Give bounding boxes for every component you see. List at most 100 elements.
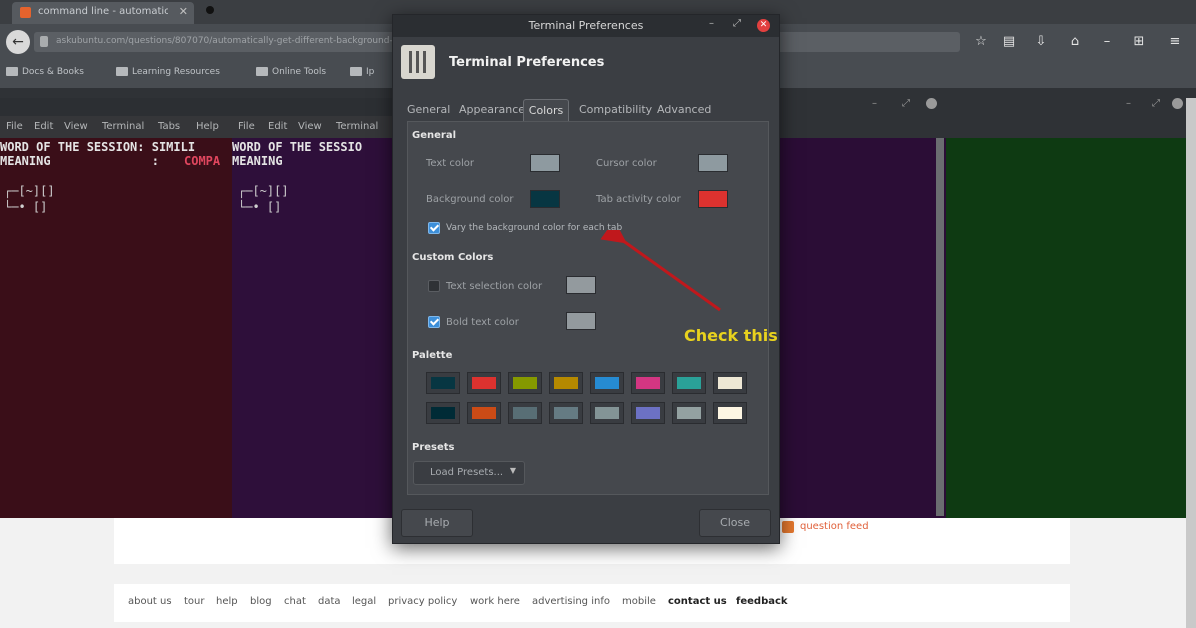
terminal-prompt-top: ┌─[~][] xyxy=(238,184,289,198)
text-color-swatch[interactable] xyxy=(530,154,560,172)
question-feed-link[interactable]: question feed xyxy=(800,521,869,532)
menu-tabs[interactable]: Tabs xyxy=(158,121,180,132)
load-presets-dropdown[interactable]: Load Presets... ▼ xyxy=(413,461,525,485)
folder-icon xyxy=(256,67,268,76)
home-icon[interactable]: ⌂ xyxy=(1066,34,1084,50)
maximize-icon[interactable]: ⤢ xyxy=(1152,98,1160,109)
tab-appearance[interactable]: Appearance xyxy=(459,103,525,116)
tab-activity-color-swatch[interactable] xyxy=(698,190,728,208)
palette-color-1-5[interactable] xyxy=(631,402,665,424)
section-palette: Palette xyxy=(412,350,453,361)
rss-icon xyxy=(782,521,794,533)
tab-colors[interactable]: Colors xyxy=(523,99,569,122)
menu-edit[interactable]: Edit xyxy=(268,121,287,132)
menu-terminal[interactable]: Terminal xyxy=(102,121,144,132)
palette-color-1-6[interactable] xyxy=(672,402,706,424)
footer-link[interactable]: blog xyxy=(250,596,272,607)
background-color-swatch[interactable] xyxy=(530,190,560,208)
close-icon[interactable]: ✕ xyxy=(757,19,770,32)
minimize-icon[interactable]: – xyxy=(709,18,714,29)
maximize-icon[interactable]: ⤢ xyxy=(902,98,910,109)
bookmark-learning[interactable]: Learning Resources xyxy=(116,67,220,81)
footer-link[interactable]: advertising info xyxy=(532,596,610,607)
palette-color-0-3[interactable] xyxy=(549,372,583,394)
text-selection-checkbox[interactable] xyxy=(428,280,440,292)
footer-link[interactable]: data xyxy=(318,596,341,607)
tab-compatibility[interactable]: Compatibility xyxy=(579,103,652,116)
lock-icon xyxy=(40,36,48,47)
footer-link[interactable]: work here xyxy=(470,596,520,607)
footer-link[interactable]: help xyxy=(216,596,238,607)
palette-color-0-0[interactable] xyxy=(426,372,460,394)
palette-color-1-2[interactable] xyxy=(508,402,542,424)
new-tab-button[interactable] xyxy=(206,6,214,14)
footer-link[interactable]: about us xyxy=(128,596,172,607)
terminal-window-purple-2[interactable] xyxy=(778,98,946,518)
close-button[interactable]: Close xyxy=(699,509,771,537)
palette-color-0-2[interactable] xyxy=(508,372,542,394)
footer-link[interactable]: chat xyxy=(284,596,306,607)
dialog-heading: Terminal Preferences xyxy=(449,55,605,70)
minus-icon[interactable]: – xyxy=(1098,34,1116,50)
palette-color-0-6[interactable] xyxy=(672,372,706,394)
terminal-prompt-bottom: └─• [] xyxy=(4,200,48,214)
maximize-icon[interactable]: ⤢ xyxy=(733,18,741,29)
bold-text-checkbox[interactable] xyxy=(428,316,440,328)
terminal-scrollbar[interactable] xyxy=(936,138,944,516)
terminal-titlebar xyxy=(232,98,392,116)
palette-color-0-4[interactable] xyxy=(590,372,624,394)
bookmark-ip[interactable]: Ip xyxy=(350,67,374,81)
bold-text-swatch[interactable] xyxy=(566,312,596,330)
terminal-prompt-top: ┌─[~][] xyxy=(4,184,55,198)
footer-link[interactable]: mobile xyxy=(622,596,656,607)
minimize-icon[interactable]: – xyxy=(872,98,877,109)
palette-color-1-3[interactable] xyxy=(549,402,583,424)
back-button[interactable]: ← xyxy=(6,30,30,54)
footer-link[interactable]: legal xyxy=(352,596,376,607)
menu-view[interactable]: View xyxy=(298,121,322,132)
footer-link-feedback[interactable]: feedback xyxy=(736,596,788,607)
menu-view[interactable]: View xyxy=(64,121,88,132)
menu-file[interactable]: File xyxy=(6,121,23,132)
help-button[interactable]: Help xyxy=(401,509,473,537)
footer-link-contact[interactable]: contact us xyxy=(668,596,727,607)
palette-color-0-5[interactable] xyxy=(631,372,665,394)
bookmark-online-tools[interactable]: Online Tools xyxy=(256,67,326,81)
terminal-titlebar xyxy=(946,98,1186,138)
tab-activity-color-label: Tab activity color xyxy=(596,194,681,205)
tab-advanced[interactable]: Advanced xyxy=(657,103,711,116)
close-tab-icon[interactable]: ✕ xyxy=(179,5,188,18)
vary-background-checkbox[interactable] xyxy=(428,222,440,234)
bold-text-label: Bold text color xyxy=(446,317,519,328)
text-selection-swatch[interactable] xyxy=(566,276,596,294)
tab-general[interactable]: General xyxy=(407,103,450,116)
bookmark-docs[interactable]: Docs & Books xyxy=(6,67,84,81)
cursor-color-swatch[interactable] xyxy=(698,154,728,172)
close-window-icon[interactable] xyxy=(1172,98,1183,109)
download-icon[interactable]: ⇩ xyxy=(1032,34,1050,50)
palette-color-1-7[interactable] xyxy=(713,402,747,424)
library-icon[interactable]: ▤ xyxy=(1000,34,1018,50)
menu-edit[interactable]: Edit xyxy=(34,121,53,132)
annotation-arrow xyxy=(600,230,721,312)
minimize-icon[interactable]: – xyxy=(1126,98,1131,109)
footer-link[interactable]: tour xyxy=(184,596,205,607)
menu-file[interactable]: File xyxy=(238,121,255,132)
browser-tab[interactable]: command line - automatically ... ✕ xyxy=(12,2,194,24)
browser-scrollbar[interactable] xyxy=(1186,98,1196,628)
palette-color-0-1[interactable] xyxy=(467,372,501,394)
palette-color-0-7[interactable] xyxy=(713,372,747,394)
close-window-icon[interactable] xyxy=(926,98,937,109)
palette-color-1-1[interactable] xyxy=(467,402,501,424)
palette-color-1-0[interactable] xyxy=(426,402,460,424)
dialog-titlebar[interactable]: Terminal Preferences – ⤢ ✕ xyxy=(393,15,779,37)
menu-help[interactable]: Help xyxy=(196,121,219,132)
extension-icon[interactable]: ⊞ xyxy=(1130,34,1148,50)
menu-terminal[interactable]: Terminal xyxy=(336,121,378,132)
footer-link[interactable]: privacy policy xyxy=(388,596,457,607)
star-icon[interactable]: ☆ xyxy=(972,34,990,50)
annotation-text: Check this xyxy=(684,326,778,345)
menu-icon[interactable]: ≡ xyxy=(1166,34,1184,50)
palette-color-1-4[interactable] xyxy=(590,402,624,424)
terminal-window-green[interactable] xyxy=(946,98,1186,518)
